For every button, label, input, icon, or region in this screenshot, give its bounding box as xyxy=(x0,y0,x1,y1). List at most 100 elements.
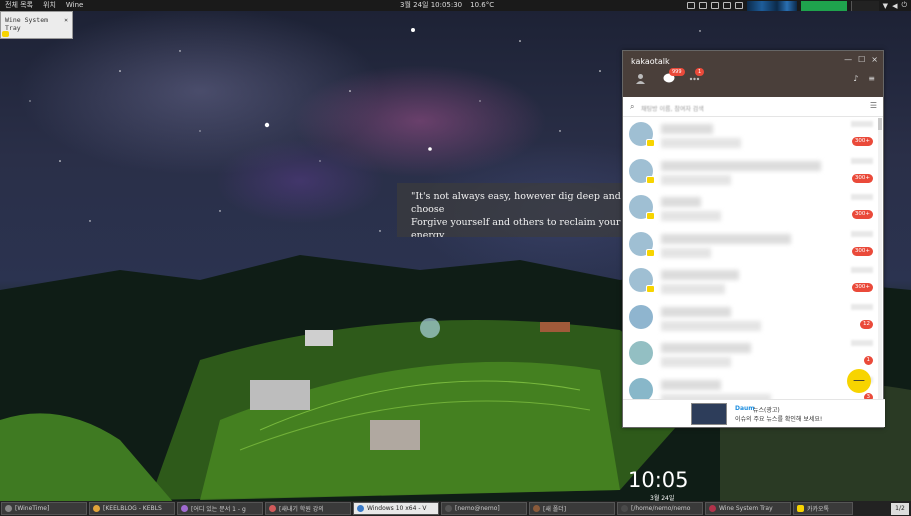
quote-line-2: Forgive yourself and others to reclaim y… xyxy=(411,217,621,237)
weather-label[interactable]: 10.6°C xyxy=(470,0,494,11)
bottom-taskbar: [WineTime] [KEELBLOG - KEBLS [어디 있는 문서 1… xyxy=(0,501,911,516)
window-title: kakaotalk xyxy=(631,57,670,66)
network-graph[interactable] xyxy=(746,0,797,11)
app-icon xyxy=(5,505,12,512)
list-item[interactable]: 12 xyxy=(623,301,885,338)
monitor-icon[interactable] xyxy=(722,2,731,9)
list-item[interactable]: 1 xyxy=(623,337,885,374)
avatar xyxy=(629,231,655,257)
menu-icon[interactable]: ≡ xyxy=(868,74,875,83)
list-item[interactable]: 300+ xyxy=(623,228,885,265)
taskbar-item-label: [/home/nemo/nemo xyxy=(631,505,691,512)
taskbar-item[interactable]: [/home/nemo/nemo xyxy=(617,502,703,515)
avatar xyxy=(629,122,655,147)
folder-icon xyxy=(621,505,628,512)
memory-graph[interactable] xyxy=(850,0,879,11)
taskbar-item-label: Wine System Tray xyxy=(719,505,773,512)
taskbar-item-active[interactable]: Windows 10 x64 - V xyxy=(353,502,439,515)
close-icon[interactable]: × xyxy=(64,16,68,32)
list-item[interactable]: 300+ xyxy=(623,155,885,192)
taskbar-item[interactable]: 카카오톡 xyxy=(793,502,853,515)
maximize-button[interactable]: ☐ xyxy=(858,55,865,64)
chat-list: 300+ 300+ 300+ 300+ 300+ 12 1 3 xyxy=(623,118,885,402)
close-button[interactable]: × xyxy=(871,55,878,64)
app-icon xyxy=(269,505,276,512)
unread-count: 300+ xyxy=(851,246,873,256)
list-item[interactable]: 300+ xyxy=(623,118,885,155)
unread-count: 300+ xyxy=(851,137,873,146)
taskbar-item[interactable]: [어디 있는 문서 1 - g xyxy=(177,502,263,515)
volume-icon[interactable]: ◀ xyxy=(892,2,897,10)
taskbar-item[interactable]: [새 폴더] xyxy=(529,502,615,515)
kakaotalk-icon xyxy=(797,505,804,512)
chat-search-bar[interactable]: ⌕ 채팅방 이름, 참여자 검색 ☰ xyxy=(623,97,883,117)
power-icon[interactable]: ⏻ xyxy=(901,1,907,10)
unread-count: 1 xyxy=(863,356,873,365)
taskbar-item[interactable]: Wine System Tray xyxy=(705,502,791,515)
taskbar-item-label: [새내기 학원 강의 xyxy=(279,506,324,513)
taskbar-item-label: [nemo@nemo] xyxy=(455,505,500,512)
virtualbox-icon xyxy=(357,505,364,512)
search-icon: ⌕ xyxy=(630,102,635,111)
kakaotalk-window: kakaotalk — ☐ × 999 1 ♪ ≡ ⌕ 채팅방 이름, 참여자 … xyxy=(622,50,885,428)
wine-system-tray-window: Wine System Tray × xyxy=(0,11,73,39)
wine-tray-title: Wine System Tray xyxy=(5,16,49,32)
taskbar-item[interactable]: [KEELBLOG - KEBLS xyxy=(89,502,175,515)
desktop-clock: 10:05 xyxy=(628,468,689,492)
chats-unread-badge: 999 xyxy=(669,68,685,76)
ad-image xyxy=(691,403,727,425)
wifi-icon[interactable]: ▼ xyxy=(883,2,888,10)
app-icon xyxy=(181,505,188,512)
unread-count: 300+ xyxy=(851,173,873,183)
ad-brand: Daum xyxy=(735,405,755,412)
files-icon[interactable] xyxy=(710,2,719,9)
system-tray: ▼ ◀ ⏻ xyxy=(686,0,911,11)
datetime-label[interactable]: 3월 24일 10:05:30 xyxy=(400,0,462,11)
folder-icon xyxy=(533,505,540,512)
wine-menu[interactable]: Wine xyxy=(61,0,88,11)
workspace-pager[interactable]: 1/2 xyxy=(891,502,909,515)
applications-menu[interactable]: 전체 목록 xyxy=(0,0,38,11)
top-panel: 전체 목록 위치 Wine 3월 24일 10:05:30 10.6°C ▼ ◀… xyxy=(0,0,911,11)
tab-friends[interactable] xyxy=(635,73,646,87)
display-icon[interactable] xyxy=(686,2,695,9)
taskbar-item[interactable]: [WineTime] xyxy=(1,502,87,515)
taskbar-item-label: [어디 있는 문서 1 - g xyxy=(191,506,246,513)
chat-list-scrollbar[interactable] xyxy=(878,118,882,402)
unread-count: 300+ xyxy=(851,210,873,219)
sort-menu-icon[interactable]: ☰ xyxy=(870,101,877,110)
avatar xyxy=(629,268,655,293)
network-icon[interactable] xyxy=(734,2,743,9)
list-item[interactable]: 300+ xyxy=(623,191,885,228)
more-badge: 1 xyxy=(695,68,705,76)
minimize-button[interactable]: — xyxy=(844,55,852,64)
taskbar-item[interactable]: [새내기 학원 강의 xyxy=(265,502,351,515)
kakaotalk-tray-icon[interactable] xyxy=(2,31,9,37)
wine-icon xyxy=(709,505,716,512)
taskbar-item-label: [새 폴더] xyxy=(543,506,567,513)
ad-brand-sub: 뉴스(광고) xyxy=(753,407,780,414)
terminal-icon xyxy=(445,505,452,512)
avatar xyxy=(629,195,655,220)
bell-icon[interactable]: ♪ xyxy=(853,74,858,83)
taskbar-item-label: [WineTime] xyxy=(15,505,50,512)
unread-count: 300+ xyxy=(851,283,873,292)
avatar xyxy=(629,377,653,402)
avatar xyxy=(629,304,653,329)
ad-banner[interactable]: Daum 뉴스(광고) 이슈의 주요 뉴스를 확인해 보세요! xyxy=(623,399,885,427)
dropbox-icon[interactable] xyxy=(698,2,707,9)
quote-line-1: "It's not always easy, however dig deep … xyxy=(411,191,621,215)
places-menu[interactable]: 위치 xyxy=(38,0,61,11)
new-chat-button[interactable]: — xyxy=(847,369,871,393)
taskbar-item[interactable]: [nemo@nemo] xyxy=(441,502,527,515)
taskbar-item-label: Windows 10 x64 - V xyxy=(367,505,427,512)
kakaotalk-header: kakaotalk — ☐ × 999 1 ♪ ≡ xyxy=(623,51,883,97)
list-item[interactable]: 300+ xyxy=(623,264,885,301)
cpu-graph[interactable] xyxy=(800,0,847,11)
person-icon xyxy=(636,74,645,84)
ad-text: 이슈의 주요 뉴스를 확인해 보세요! xyxy=(735,416,823,423)
list-item[interactable]: 3 xyxy=(623,374,885,402)
taskbar-item-label: [KEELBLOG - KEBLS xyxy=(103,505,162,512)
search-placeholder: 채팅방 이름, 참여자 검색 xyxy=(641,106,704,113)
unread-count: 12 xyxy=(860,319,873,329)
